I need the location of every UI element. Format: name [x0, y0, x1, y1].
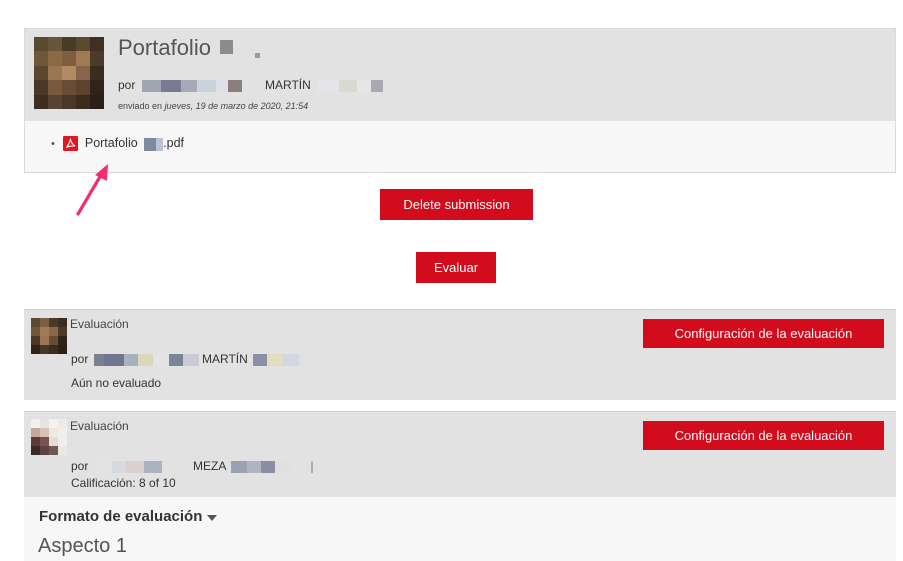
attachment-name-prefix: Portafolio — [84, 136, 138, 151]
redacted-name — [137, 353, 153, 366]
assessor-avatar — [31, 318, 67, 354]
redacted-name — [357, 79, 372, 92]
author-visible-name: MARTÍN — [265, 78, 311, 92]
submission-author: por MARTÍN — [118, 78, 384, 92]
redacted-name — [247, 460, 262, 473]
redacted-name — [317, 79, 340, 92]
delete-submission-button[interactable]: Delete submission — [380, 189, 533, 220]
attachment-link[interactable]: Portafolio .pdf — [84, 136, 185, 151]
submission-date: enviado en jueves, 19 de marzo de 2020, … — [118, 101, 308, 111]
redacted-name — [141, 79, 161, 92]
redacted-name — [253, 353, 268, 366]
annotation-arrow-icon — [76, 164, 108, 216]
submission-card: Portafolio por MARTÍN enviado en jueves,… — [24, 28, 896, 173]
assessment-label: Evaluación — [70, 317, 129, 331]
redacted-name — [261, 460, 276, 473]
redacted-name — [311, 460, 314, 473]
redacted-name — [152, 353, 169, 366]
date-value: jueves, 19 de marzo de 2020, 21:54 — [164, 101, 309, 111]
assessment-status: Aún no evaluado — [71, 376, 162, 390]
assessment-settings-button[interactable]: Configuración de la evaluación — [643, 319, 884, 348]
redacted-name — [180, 79, 197, 92]
redacted-name — [196, 79, 216, 92]
assessor-prefix: por — [71, 352, 89, 366]
redacted-name — [161, 460, 190, 473]
redacted-name — [160, 79, 181, 92]
pdf-icon — [62, 136, 78, 151]
attachment-item: • Portafolio .pdf — [51, 136, 184, 151]
assessor-avatar — [31, 419, 67, 455]
assessment-settings-button[interactable]: Configuración de la evaluación — [643, 421, 884, 450]
redacted-name — [123, 353, 138, 366]
rubric-section: Formato de evaluación Aspecto 1 — [24, 497, 896, 561]
submission-title-text: Portafolio — [118, 35, 211, 60]
rubric-format-label: Formato de evaluación — [39, 508, 203, 525]
assessor-visible-name: MEZA — [193, 459, 226, 473]
evaluate-button[interactable]: Evaluar — [416, 252, 496, 283]
assessment-item: Evaluación Configuración de la evaluació… — [24, 411, 896, 497]
redacted-block — [144, 137, 157, 151]
redacted-name — [125, 460, 144, 473]
redacted-block — [220, 40, 234, 55]
assessment-label: Evaluación — [70, 419, 129, 433]
assessment-item: Evaluación Configuración de la evaluació… — [24, 309, 896, 400]
submission-title: Portafolio — [118, 35, 261, 61]
assessor-prefix: por — [71, 459, 89, 473]
rubric-format-toggle[interactable]: Formato de evaluación — [39, 508, 218, 525]
redacted-name — [93, 353, 104, 366]
user-avatar — [34, 37, 104, 109]
redacted-name — [103, 353, 124, 366]
redacted-name — [227, 79, 242, 92]
redacted-name — [241, 79, 262, 92]
assessor-line: por MEZA — [71, 459, 314, 473]
redacted-name — [267, 353, 284, 366]
redacted-name — [143, 460, 162, 473]
caret-down-icon — [207, 515, 218, 521]
redacted-name — [95, 460, 112, 473]
author-prefix: por — [118, 78, 136, 92]
date-prefix: enviado en — [118, 101, 163, 111]
redacted-name — [371, 79, 384, 92]
redacted-name — [182, 353, 199, 366]
assessor-line: por MARTÍN — [71, 352, 300, 366]
redacted-block — [255, 52, 261, 58]
assessor-visible-name: MARTÍN — [202, 352, 248, 366]
assessment-grade: Calificación: 8 of 10 — [71, 476, 176, 490]
redacted-name — [339, 79, 358, 92]
redacted-name — [111, 460, 126, 473]
submission-header: Portafolio por MARTÍN enviado en jueves,… — [25, 29, 895, 121]
redacted-name — [231, 460, 248, 473]
redacted-name — [283, 353, 300, 366]
list-bullet: • — [51, 137, 55, 150]
redacted-name — [275, 460, 292, 473]
rubric-aspect-title: Aspecto 1 — [38, 535, 127, 557]
redacted-name — [168, 353, 183, 366]
attachment-name-suffix: .pdf — [163, 136, 185, 151]
redacted-name — [215, 79, 228, 92]
